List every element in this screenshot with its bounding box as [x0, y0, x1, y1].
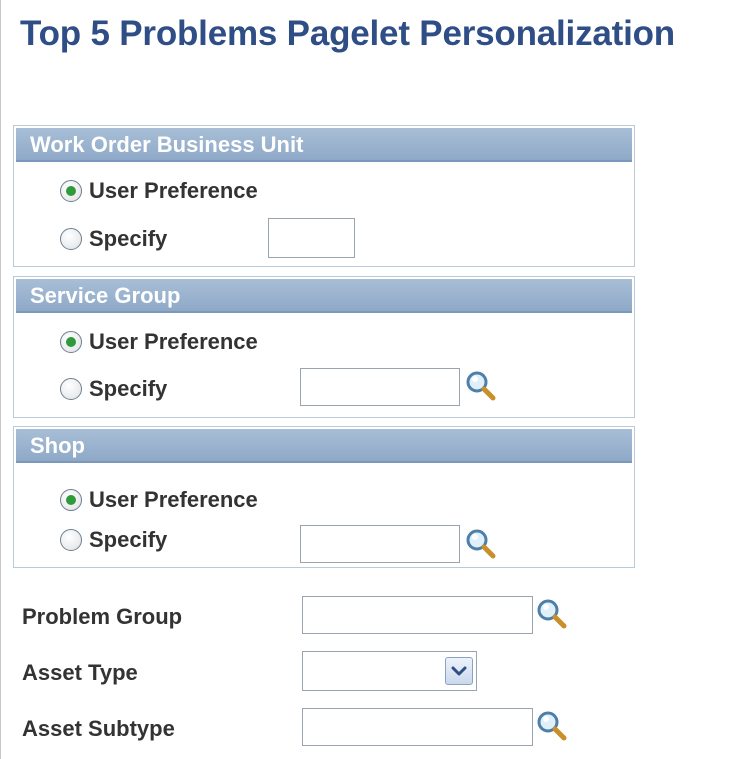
service-group-input[interactable]: [300, 368, 460, 406]
page-left-border: [0, 0, 1, 759]
radio-specify[interactable]: Specify: [60, 226, 167, 252]
radio-button[interactable]: [60, 529, 82, 551]
radio-button[interactable]: [60, 489, 82, 511]
radio-button[interactable]: [60, 228, 82, 250]
radio-user-preference[interactable]: User Preference: [60, 487, 258, 513]
dropdown-button[interactable]: [445, 657, 473, 685]
radio-user-preference[interactable]: User Preference: [60, 329, 258, 355]
radio-user-preference[interactable]: User Preference: [60, 178, 258, 204]
magnifier-icon[interactable]: [535, 709, 569, 743]
group-service-group: Service Group User Preference Specify: [13, 276, 635, 418]
group-shop: Shop User Preference Specify: [13, 426, 635, 568]
asset-subtype-label: Asset Subtype: [22, 716, 175, 741]
magnifier-icon[interactable]: [464, 369, 498, 403]
group-header: Shop: [16, 429, 632, 463]
radio-label: User Preference: [89, 329, 258, 354]
radio-label: User Preference: [89, 487, 258, 512]
group-header: Work Order Business Unit: [16, 128, 632, 162]
asset-type-label: Asset Type: [22, 660, 138, 685]
radio-label: User Preference: [89, 178, 258, 203]
radio-label: Specify: [89, 226, 168, 251]
business-unit-input[interactable]: [268, 218, 355, 258]
radio-specify[interactable]: Specify: [60, 376, 167, 402]
radio-specify[interactable]: Specify: [60, 527, 167, 553]
asset-type-select[interactable]: [302, 651, 477, 691]
radio-button[interactable]: [60, 331, 82, 353]
chevron-down-icon: [451, 666, 467, 676]
asset-subtype-input[interactable]: [302, 708, 533, 746]
radio-label: Specify: [89, 376, 168, 401]
magnifier-icon[interactable]: [535, 597, 569, 631]
group-work-order-business-unit: Work Order Business Unit User Preference…: [13, 125, 635, 267]
shop-input[interactable]: [300, 525, 460, 563]
page-title: Top 5 Problems Pagelet Personalization: [20, 14, 675, 53]
radio-button[interactable]: [60, 378, 82, 400]
magnifier-icon[interactable]: [464, 527, 498, 561]
group-header: Service Group: [16, 279, 632, 313]
radio-label: Specify: [89, 527, 168, 552]
problem-group-input[interactable]: [302, 596, 533, 634]
problem-group-label: Problem Group: [22, 604, 183, 629]
radio-button[interactable]: [60, 180, 82, 202]
